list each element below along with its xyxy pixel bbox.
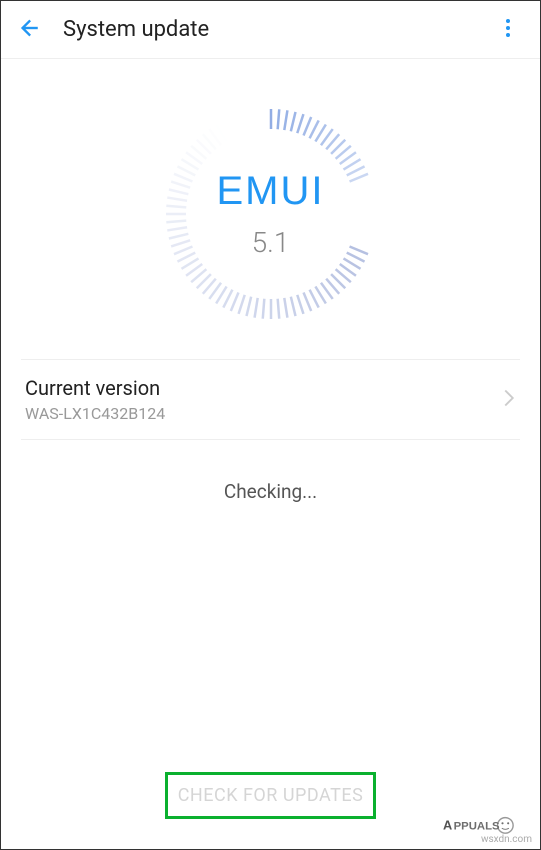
current-version-label: Current version bbox=[25, 376, 502, 400]
version-dial-container: EMUI 5.1 bbox=[1, 59, 540, 359]
brand-logo: EMUI bbox=[217, 169, 325, 214]
current-version-text: Current version WAS-LX1C432B124 bbox=[25, 376, 502, 423]
chevron-right-icon bbox=[502, 388, 516, 412]
current-version-row[interactable]: Current version WAS-LX1C432B124 bbox=[21, 359, 520, 440]
watermark-text: wsxdn.com bbox=[481, 834, 532, 845]
status-text: Checking... bbox=[1, 480, 540, 503]
version-number: 5.1 bbox=[217, 226, 325, 259]
back-arrow-icon[interactable] bbox=[15, 15, 41, 45]
page-title: System update bbox=[63, 17, 209, 42]
more-vert-icon[interactable] bbox=[496, 16, 520, 44]
check-updates-button[interactable]: CHECK FOR UPDATES bbox=[165, 772, 377, 819]
svg-text:A: A bbox=[443, 818, 452, 833]
header: System update bbox=[1, 1, 540, 59]
version-dial: EMUI 5.1 bbox=[156, 99, 386, 329]
current-version-value: WAS-LX1C432B124 bbox=[25, 404, 502, 423]
svg-text:PPUALS: PPUALS bbox=[454, 821, 500, 833]
dial-content: EMUI 5.1 bbox=[217, 169, 325, 259]
